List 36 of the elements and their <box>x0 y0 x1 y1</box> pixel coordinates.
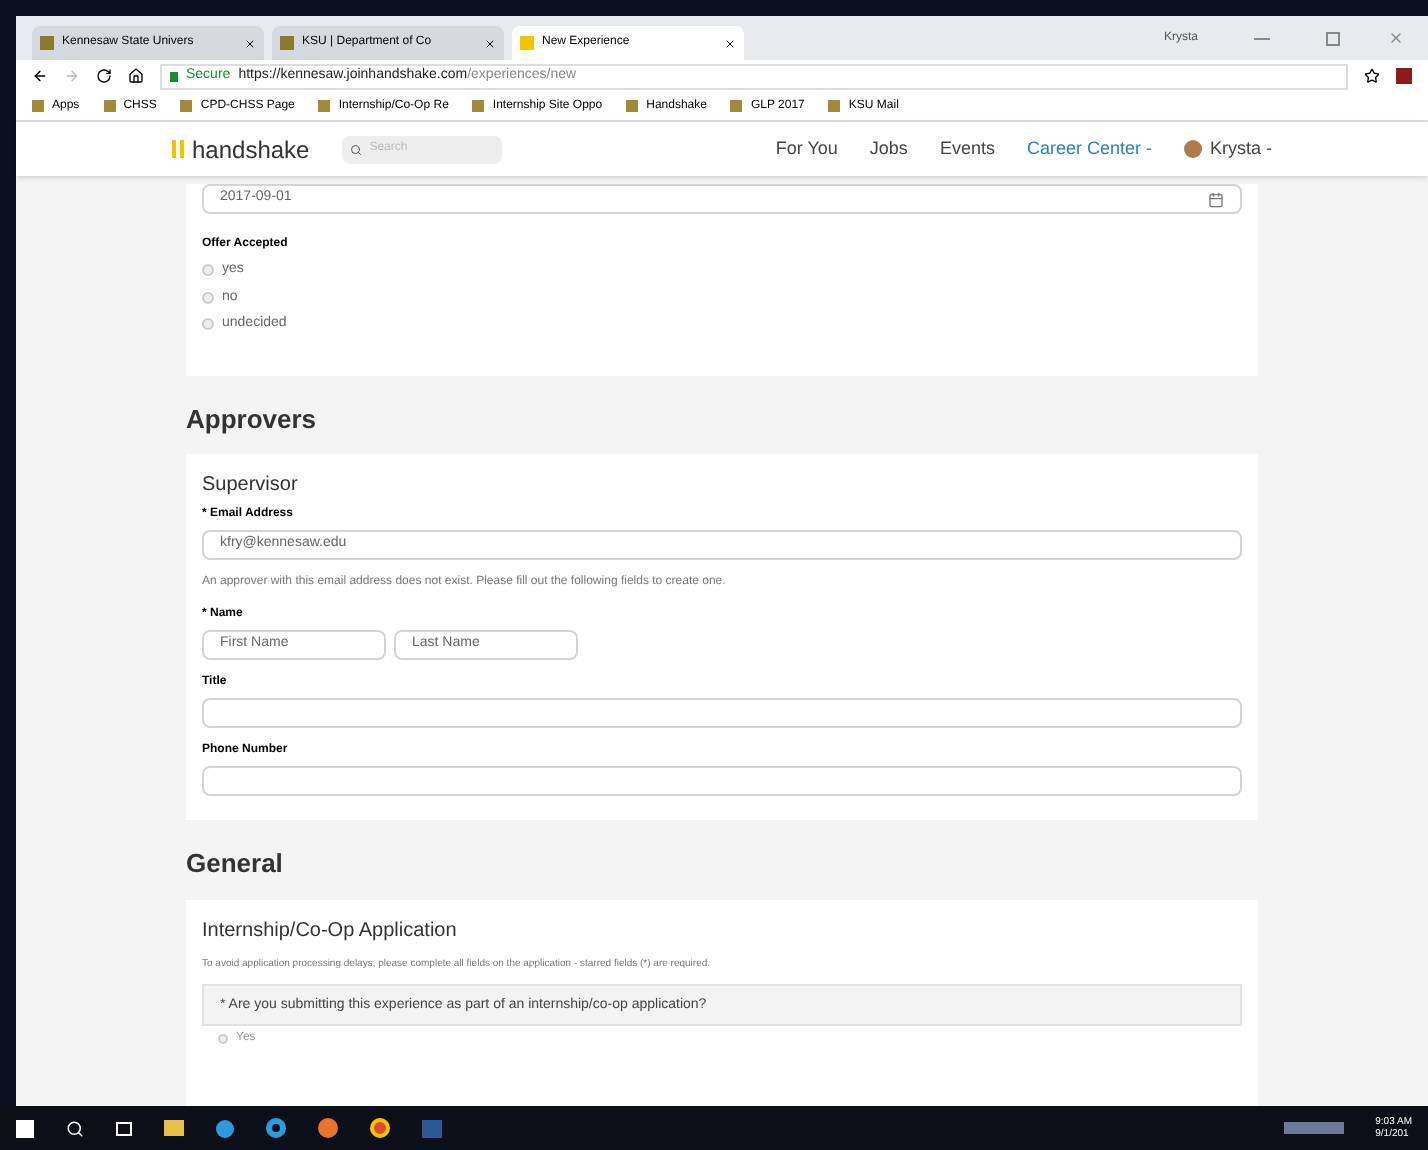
reload-icon[interactable] <box>96 68 112 84</box>
nav-link[interactable]: For You <box>775 135 838 163</box>
section-heading: Approvers <box>186 401 319 438</box>
section-heading: General <box>186 846 285 882</box>
star-icon[interactable] <box>1364 68 1380 84</box>
nav-link[interactable]: Jobs <box>869 135 908 163</box>
favicon-icon <box>280 36 294 50</box>
task-view-icon[interactable] <box>116 1121 132 1135</box>
favicon-icon <box>40 36 54 50</box>
close-icon[interactable] <box>724 37 736 49</box>
nav-link[interactable]: Career Center - <box>1026 135 1152 163</box>
card-title: Internship/Co-Op Application <box>202 917 459 945</box>
home-icon[interactable] <box>128 68 144 84</box>
search-icon <box>349 143 362 155</box>
user-menu[interactable]: Krysta - <box>1209 135 1272 163</box>
radio-button[interactable] <box>202 264 214 277</box>
favicon-icon <box>520 36 534 50</box>
search-icon[interactable] <box>66 1119 84 1137</box>
logo-icon <box>172 140 184 158</box>
phone-field[interactable] <box>202 766 1242 796</box>
minimize-icon[interactable] <box>1254 37 1270 39</box>
nav-link[interactable]: Events <box>939 135 995 163</box>
close-icon[interactable] <box>244 37 256 49</box>
radio-button[interactable] <box>218 1034 228 1044</box>
maximize-icon[interactable] <box>1326 31 1340 45</box>
radio-button[interactable] <box>202 291 214 304</box>
radio-button[interactable] <box>202 318 214 331</box>
card-title: Supervisor <box>202 472 300 500</box>
title-field[interactable] <box>202 698 1242 728</box>
lock-icon <box>170 71 178 81</box>
windows-start-icon[interactable] <box>16 1119 34 1137</box>
close-icon[interactable] <box>484 37 496 49</box>
back-icon[interactable] <box>32 68 48 84</box>
calendar-icon[interactable] <box>1208 191 1224 207</box>
logo[interactable]: handshake <box>192 131 310 167</box>
avatar-icon <box>1183 140 1202 158</box>
